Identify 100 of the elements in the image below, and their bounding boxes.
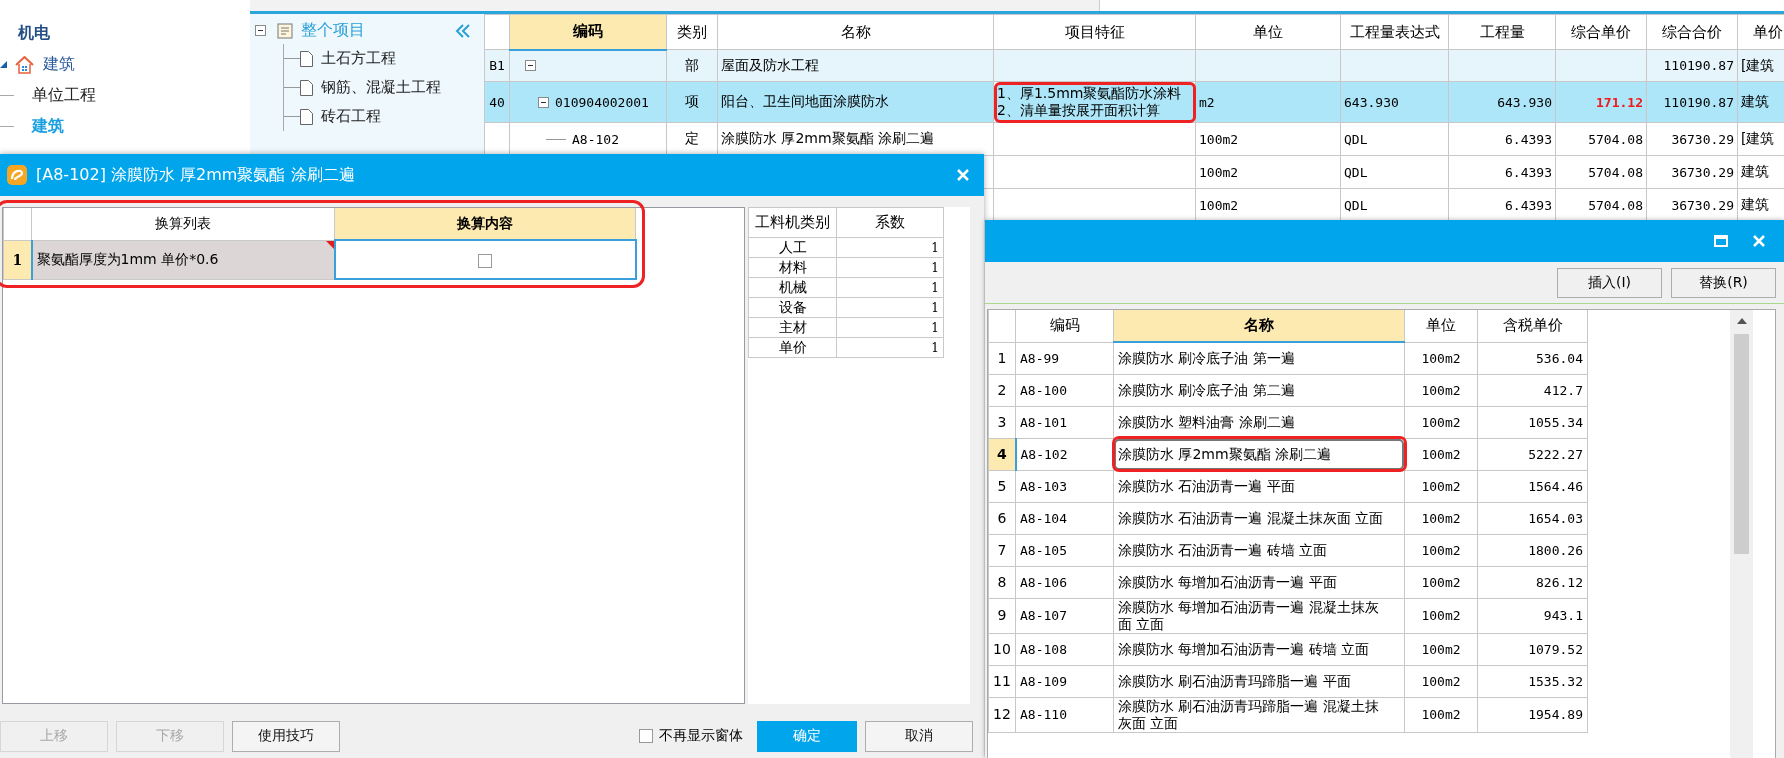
close-icon[interactable] (1752, 234, 1766, 248)
table-cell: A8-106 (1015, 566, 1114, 598)
maximize-icon[interactable] (1714, 235, 1728, 247)
column-header[interactable]: 编码 (509, 14, 667, 50)
row-number[interactable]: 1 (988, 342, 1016, 374)
row-number[interactable]: 8 (988, 566, 1016, 598)
table-cell: 部 (666, 49, 718, 82)
table-cell: A8-108 (1015, 633, 1114, 665)
dialog-button[interactable]: 取消 (865, 720, 973, 752)
row-number[interactable]: 1 (3, 240, 32, 279)
column-header[interactable]: 编码 (1015, 310, 1114, 342)
table-cell: A8-99 (1015, 342, 1114, 374)
table-cell: 1954.89 (1477, 697, 1588, 732)
table-cell: 材料 (748, 257, 837, 278)
collapse-icon[interactable] (255, 25, 266, 36)
table-cell: 643.930 (1340, 81, 1449, 123)
row-number: B1 (484, 49, 510, 82)
tree-item[interactable]: 钢筋、混凝土工程 (321, 78, 441, 97)
row-number[interactable]: 10 (988, 633, 1016, 665)
row-number[interactable]: 2 (988, 374, 1016, 406)
table-cell: 100m2 (1404, 470, 1478, 502)
column-header[interactable]: 含税单价 (1477, 310, 1588, 342)
table-cell: 1 (836, 277, 944, 298)
column-header[interactable]: 工程量表达式 (1340, 14, 1449, 50)
tree-item[interactable]: 机电 (18, 23, 50, 44)
column-header[interactable]: 单位 (1195, 14, 1341, 50)
table-cell: A8-104 (1015, 502, 1114, 534)
table-cell: m2 (1195, 81, 1341, 123)
close-icon[interactable] (956, 168, 970, 182)
row-number[interactable]: 9 (988, 598, 1016, 633)
table-cell: 36730.29 (1646, 155, 1738, 189)
table-cell: 1564.46 (1477, 470, 1588, 502)
tips-button[interactable]: 使用技巧 (232, 720, 340, 752)
table-cell: 100m2 (1195, 122, 1341, 156)
table-cell: 100m2 (1404, 374, 1478, 406)
table-cell: 100m2 (1404, 697, 1478, 732)
table-cell: 36730.29 (1646, 122, 1738, 156)
table-cell: 5704.08 (1555, 155, 1647, 189)
column-header[interactable]: 类别 (666, 14, 718, 50)
row-number[interactable]: 5 (988, 470, 1016, 502)
table-cell: 涂膜防水 每增加石油沥青一遍 砖墙 立面 (1113, 633, 1405, 665)
table-cell: 项 (666, 81, 718, 123)
table-cell: 1 (836, 237, 944, 258)
checkbox[interactable] (478, 253, 492, 268)
tree-item[interactable]: 砖石工程 (321, 107, 381, 126)
table-cell: 1 (836, 317, 944, 338)
table-cell: 聚氨酯厚度为1mm 单价*0.6 (31, 240, 335, 279)
toolbar-button[interactable]: 替换(R) (1671, 267, 1776, 298)
column-header[interactable]: 单价 (1737, 14, 1784, 50)
column-header[interactable]: 综合合价 (1646, 14, 1738, 50)
table-cell: 100m2 (1404, 502, 1478, 534)
table-cell: 人工 (748, 237, 837, 258)
collapse-icon[interactable] (525, 60, 536, 72)
row-number[interactable]: 4 (988, 438, 1016, 470)
table-cell: 100m2 (1404, 598, 1478, 633)
table-cell: 171.12 (1555, 81, 1647, 123)
table-cell: 5704.08 (1555, 122, 1647, 156)
row-number[interactable]: 7 (988, 534, 1016, 566)
column-header[interactable]: 工程量 (1448, 14, 1556, 50)
column-header[interactable]: 换算列表 (31, 208, 335, 240)
row-number[interactable]: 11 (988, 665, 1016, 697)
collapse-icon[interactable] (538, 96, 549, 108)
tree-item[interactable]: 建筑 (43, 54, 75, 75)
table-cell: 5222.27 (1477, 438, 1588, 470)
column-header[interactable]: 换算内容 (334, 208, 636, 240)
column-header[interactable]: 名称 (1113, 310, 1405, 342)
scrollbar[interactable] (1730, 310, 1753, 758)
table-cell: 涂膜防水 刷冷底子油 第二遍 (1113, 374, 1405, 406)
table-cell: 110190.87 (1646, 81, 1738, 123)
column-header[interactable]: 名称 (717, 14, 994, 50)
table-cell: 1 (836, 337, 944, 358)
expand-arrow-icon[interactable] (0, 61, 7, 68)
column-header[interactable]: 单位 (1404, 310, 1478, 342)
table-cell: 设备 (748, 297, 837, 318)
table-cell: 1654.03 (1477, 502, 1588, 534)
tree-item[interactable]: 单位工程 (32, 85, 96, 106)
table-cell: 100m2 (1404, 438, 1478, 470)
table-cell: A8-107 (1015, 598, 1114, 633)
row-number[interactable]: 12 (988, 697, 1016, 732)
table-cell: A8-100 (1015, 374, 1114, 406)
tree-item[interactable]: 土石方工程 (321, 49, 396, 68)
row-number[interactable]: 3 (988, 406, 1016, 438)
table-cell: 100m2 (1195, 155, 1341, 189)
table-cell: A8-103 (1015, 470, 1114, 502)
row-number[interactable]: 6 (988, 502, 1016, 534)
column-header[interactable]: 项目特征 (993, 14, 1196, 50)
checkbox[interactable] (639, 729, 653, 743)
row-number: 40 (484, 81, 510, 123)
house-icon (15, 55, 34, 74)
table-cell: A8-110 (1015, 697, 1114, 732)
toolbar-button[interactable]: 插入(I) (1557, 267, 1662, 298)
checkbox-label[interactable]: 不再显示窗体 (659, 727, 743, 745)
table-cell: 涂膜防水 每增加石油沥青一遍 混凝土抹灰面 立面 (1113, 598, 1405, 633)
table-cell: 010904002001 (555, 94, 649, 110)
column-header[interactable]: 综合单价 (1555, 14, 1647, 50)
dialog-title: [A8-102] 涂膜防水 厚2mm聚氨酯 涂刷二遍 (36, 164, 356, 186)
table-cell: 643.930 (1448, 81, 1556, 123)
table-cell: 1 (836, 297, 944, 318)
collapse-panel-icon[interactable] (455, 22, 471, 39)
table-cell: 536.04 (1477, 342, 1588, 374)
